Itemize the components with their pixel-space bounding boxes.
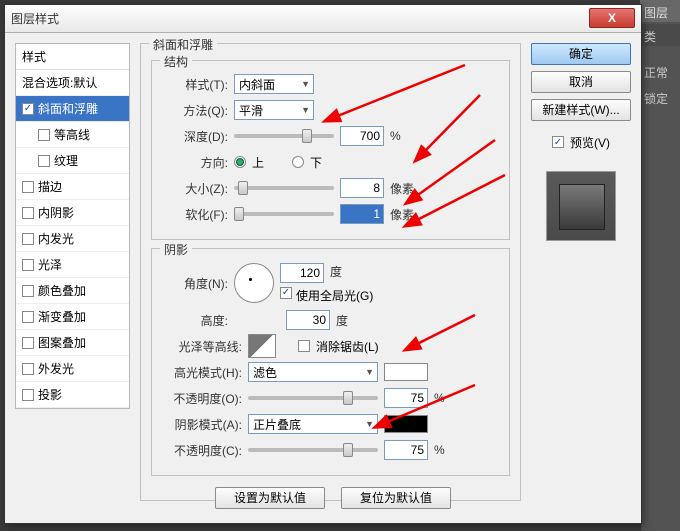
style-outer-glow[interactable]: 外发光 (16, 356, 129, 382)
dialog-title: 图层样式 (11, 10, 59, 27)
depth-value[interactable]: 700 (340, 126, 384, 146)
pct-unit: % (390, 129, 418, 143)
checkbox-icon[interactable] (22, 337, 34, 349)
style-color-overlay[interactable]: 颜色叠加 (16, 278, 129, 304)
checkbox-icon[interactable] (22, 207, 34, 219)
style-inner-shadow[interactable]: 内阴影 (16, 200, 129, 226)
checkbox-icon[interactable] (22, 233, 34, 245)
structure-group: 结构 样式(T): 内斜面 方法(Q): 平滑 深度(D): 700 % (151, 60, 510, 240)
global-light-checkbox[interactable] (280, 287, 292, 299)
preview-checkbox[interactable] (552, 136, 564, 148)
style-satin[interactable]: 光泽 (16, 252, 129, 278)
shading-group: 阴影 角度(N): 120度 使用全局光(G) 高度: 30 度 (151, 248, 510, 476)
checkbox-icon[interactable] (22, 389, 34, 401)
structure-title: 结构 (160, 53, 192, 70)
angle-label: 角度(N): (162, 275, 228, 292)
depth-slider[interactable] (234, 134, 334, 138)
size-slider[interactable] (234, 186, 334, 190)
direction-label: 方向: (162, 154, 228, 171)
styles-header: 样式 (16, 44, 129, 70)
checkbox-icon[interactable] (22, 103, 34, 115)
size-value[interactable]: 8 (340, 178, 384, 198)
size-label: 大小(Z): (162, 180, 228, 197)
style-drop-shadow[interactable]: 投影 (16, 382, 129, 408)
highlight-opacity-slider[interactable] (248, 396, 378, 400)
style-stroke[interactable]: 描边 (16, 174, 129, 200)
checkbox-icon[interactable] (22, 181, 34, 193)
preview-thumbnail (546, 171, 616, 241)
anti-alias-checkbox[interactable] (298, 340, 310, 352)
style-gradient-overlay[interactable]: 渐变叠加 (16, 304, 129, 330)
direction-down-radio[interactable] (292, 156, 304, 168)
style-blend-options[interactable]: 混合选项:默认 (16, 70, 129, 96)
px-unit2: 像素 (390, 206, 418, 223)
style-contour[interactable]: 等高线 (16, 122, 129, 148)
checkbox-icon[interactable] (38, 129, 50, 141)
highlight-mode-label: 高光模式(H): (162, 364, 242, 381)
shadow-mode-label: 阴影模式(A): (162, 416, 242, 433)
shadow-mode-combo[interactable]: 正片叠底 (248, 414, 378, 434)
bg-r1: 正常 (640, 60, 680, 82)
soften-label: 软化(F): (162, 206, 228, 223)
depth-label: 深度(D): (162, 128, 228, 145)
shading-title: 阴影 (160, 241, 192, 258)
technique-label: 方法(Q): (162, 102, 228, 119)
style-pattern-overlay[interactable]: 图案叠加 (16, 330, 129, 356)
bevel-panel: 斜面和浮雕 结构 样式(T): 内斜面 方法(Q): 平滑 深度(D): 700 (140, 43, 521, 501)
altitude-value[interactable]: 30 (286, 310, 330, 330)
reset-default-button[interactable]: 复位为默认值 (341, 487, 451, 509)
highlight-opacity-label: 不透明度(O): (162, 390, 242, 407)
shadow-color-swatch[interactable] (384, 415, 428, 433)
px-unit: 像素 (390, 180, 418, 197)
angle-dial[interactable] (234, 263, 274, 303)
style-texture[interactable]: 纹理 (16, 148, 129, 174)
shadow-opacity-value[interactable]: 75 (384, 440, 428, 460)
panel-title: 斜面和浮雕 (149, 36, 217, 53)
titlebar[interactable]: 图层样式 X (5, 5, 641, 33)
checkbox-icon[interactable] (38, 155, 50, 167)
checkbox-icon[interactable] (22, 363, 34, 375)
shadow-opacity-label: 不透明度(C): (162, 442, 242, 459)
gloss-contour-picker[interactable] (248, 334, 276, 358)
highlight-opacity-value[interactable]: 75 (384, 388, 428, 408)
checkbox-icon[interactable] (22, 285, 34, 297)
close-button[interactable]: X (589, 8, 635, 28)
gloss-label: 光泽等高线: (162, 338, 242, 355)
soften-slider[interactable] (234, 212, 334, 216)
new-style-button[interactable]: 新建样式(W)... (531, 99, 631, 121)
highlight-mode-combo[interactable]: 滤色 (248, 362, 378, 382)
style-inner-glow[interactable]: 内发光 (16, 226, 129, 252)
checkbox-icon[interactable] (22, 259, 34, 271)
style-bevel-emboss[interactable]: 斜面和浮雕 (16, 96, 129, 122)
bg-r2: 锁定 (640, 86, 680, 108)
app-side-panel: 图层 类 正常 锁定 (640, 0, 680, 531)
bg-tab[interactable]: 图层 (640, 0, 680, 22)
layer-style-dialog: 图层样式 X 样式 混合选项:默认 斜面和浮雕 等高线 纹理 描边 内阴影 内发… (4, 4, 642, 524)
technique-combo[interactable]: 平滑 (234, 100, 314, 120)
angle-value[interactable]: 120 (280, 263, 324, 283)
checkbox-icon[interactable] (22, 311, 34, 323)
style-label: 样式(T): (162, 76, 228, 93)
style-combo[interactable]: 内斜面 (234, 74, 314, 94)
altitude-label: 高度: (162, 312, 228, 329)
styles-list: 样式 混合选项:默认 斜面和浮雕 等高线 纹理 描边 内阴影 内发光 光泽 颜色… (15, 43, 130, 409)
bg-sub: 类 (640, 24, 680, 46)
highlight-color-swatch[interactable] (384, 363, 428, 381)
soften-value[interactable]: 1 (340, 204, 384, 224)
ok-button[interactable]: 确定 (531, 43, 631, 65)
set-default-button[interactable]: 设置为默认值 (215, 487, 325, 509)
cancel-button[interactable]: 取消 (531, 71, 631, 93)
shadow-opacity-slider[interactable] (248, 448, 378, 452)
direction-up-radio[interactable] (234, 156, 246, 168)
